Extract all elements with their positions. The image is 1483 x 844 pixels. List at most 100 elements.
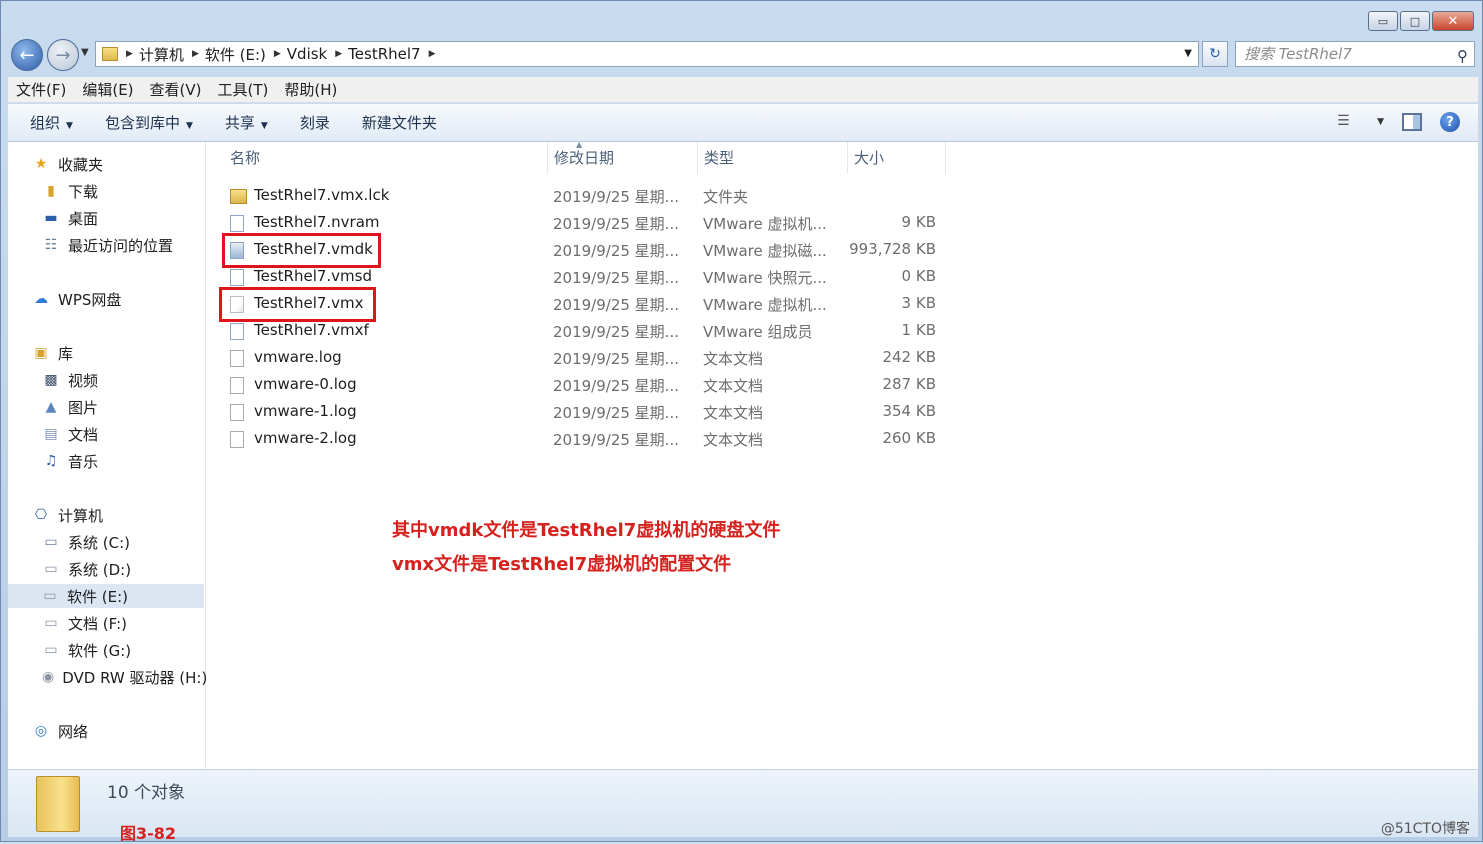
chevron-right-icon[interactable]: ▶ (274, 49, 281, 59)
nav-desktop[interactable]: ▬ 桌面 (42, 206, 98, 230)
nav-computer-label: 计算机 (58, 506, 104, 525)
new-folder-button[interactable]: 新建文件夹 (346, 112, 453, 133)
nav-recent-label: 最近访问的位置 (68, 236, 174, 255)
chevron-right-icon[interactable]: ▶ (429, 49, 436, 59)
address-history-dropdown-icon[interactable]: ▼ (1184, 48, 1192, 59)
nav-recent-places[interactable]: ☷ 最近访问的位置 (42, 233, 173, 257)
menu-file[interactable]: 文件(F) (8, 79, 74, 100)
help-icon[interactable]: ? (1440, 112, 1460, 132)
nav-videos[interactable]: ▩ 视频 (42, 368, 98, 392)
menu-tools[interactable]: 工具(T) (210, 79, 277, 100)
text-file-icon (230, 377, 244, 394)
search-input[interactable]: 搜索 TestRhel7 ⚲ (1235, 41, 1475, 67)
cloud-icon: ☁ (34, 291, 48, 307)
nav-drive-g[interactable]: ▭ 软件 (G:) (42, 638, 131, 662)
minimize-button[interactable]: ▭ (1368, 11, 1398, 31)
chevron-right-icon[interactable]: ▶ (335, 49, 342, 59)
file-name: vmware-0.log (254, 375, 357, 393)
menu-view[interactable]: 查看(V) (142, 79, 210, 100)
breadcrumb-drive-e[interactable]: 软件 (E:) (205, 44, 266, 65)
search-placeholder: 搜索 TestRhel7 (1244, 45, 1352, 63)
file-type: 文本文档 (703, 404, 764, 422)
nav-pictures-label: 图片 (68, 398, 99, 417)
system-drive-icon: ▭ (44, 534, 58, 550)
nav-downloads[interactable]: ▮ 下载 (42, 179, 98, 203)
nav-libraries-label: 库 (58, 344, 74, 363)
file-type: VMware 虚拟机... (703, 215, 827, 233)
back-button[interactable]: ← (11, 39, 43, 71)
file-row[interactable]: vmware-0.log 2019/9/25 星期... 文本文档 287 KB (224, 372, 964, 399)
file-date: 2019/9/25 星期... (553, 404, 679, 422)
column-header-date[interactable]: 修改日期 (548, 142, 698, 174)
nav-drive-e-label: 软件 (E:) (67, 587, 129, 606)
file-row[interactable]: vmware.log 2019/9/25 星期... 文本文档 242 KB (224, 345, 964, 372)
file-row[interactable]: vmware-1.log 2019/9/25 星期... 文本文档 354 KB (224, 399, 964, 426)
nav-wps-drive[interactable]: ☁ WPS网盘 (32, 287, 121, 311)
breadcrumb-vdisk[interactable]: Vdisk (287, 45, 327, 63)
address-bar[interactable]: ▶ 计算机 ▶ 软件 (E:) ▶ Vdisk ▶ TestRhel7 ▶ ▼ (95, 41, 1199, 67)
figure-label: 图3-82 (120, 824, 177, 843)
details-pane: 10 个对象 图3-82 @51CTO博客 (8, 769, 1478, 843)
text-file-icon (230, 431, 244, 448)
navigation-pane: ★ 收藏夹 ▮ 下载 ▬ 桌面 ☷ 最近访问的位置 ☁ WPS网盘 ▣ 库 ▩ 视频 ▲ 图片 … (8, 142, 206, 769)
file-date: 2019/9/25 星期... (553, 296, 679, 314)
nav-drive-e[interactable]: ▭ 软件 (E:) (8, 584, 204, 608)
file-name: vmware-1.log (254, 402, 357, 420)
nav-drive-f[interactable]: ▭ 文档 (F:) (42, 611, 127, 635)
chevron-down-icon: ▼ (66, 121, 73, 131)
file-name: TestRhel7.vmx.lck (254, 186, 390, 204)
nav-drive-d[interactable]: ▭ 系统 (D:) (42, 557, 131, 581)
chevron-down-icon: ▼ (185, 121, 193, 131)
chevron-right-icon[interactable]: ▶ (126, 49, 133, 59)
column-header-size[interactable]: 大小 (848, 142, 946, 174)
share-label: 共享 (224, 114, 255, 132)
file-date: 2019/9/25 星期... (553, 377, 679, 395)
column-header-name[interactable]: 名称 (224, 142, 548, 174)
chevron-down-icon[interactable]: ▼ (1377, 117, 1384, 127)
preview-pane-icon[interactable] (1402, 113, 1422, 131)
highlight-box-vmx (219, 287, 376, 322)
network-icon: ◎ (34, 723, 48, 739)
nav-drive-c[interactable]: ▭ 系统 (C:) (42, 530, 130, 554)
text-file-icon (230, 350, 244, 367)
burn-button[interactable]: 刻录 (284, 112, 346, 133)
menu-edit[interactable]: 编辑(E) (74, 79, 141, 100)
refresh-icon: ↻ (1209, 46, 1221, 62)
file-size: 260 KB (882, 429, 936, 447)
chevron-right-icon[interactable]: ▶ (192, 49, 199, 59)
share-button[interactable]: 共享 ▼ (209, 112, 284, 133)
nav-pictures[interactable]: ▲ 图片 (42, 395, 98, 419)
file-type: 文本文档 (703, 350, 764, 368)
recent-pages-dropdown-icon[interactable]: ▼ (81, 47, 89, 58)
nav-libraries[interactable]: ▣ 库 (32, 341, 73, 365)
nav-music[interactable]: ♫ 音乐 (42, 449, 98, 473)
forward-button[interactable]: → (47, 39, 79, 71)
vmware-file-icon (230, 269, 244, 286)
organize-button[interactable]: 组织 ▼ (8, 112, 89, 133)
nav-network[interactable]: ◎ 网络 (32, 719, 88, 743)
column-header-type[interactable]: 类型 (698, 142, 848, 174)
organize-label: 组织 (30, 114, 61, 132)
search-icon[interactable]: ⚲ (1457, 44, 1468, 68)
nav-documents[interactable]: ▤ 文档 (42, 422, 98, 446)
documents-icon: ▤ (44, 426, 58, 442)
file-type: VMware 虚拟机... (703, 296, 827, 314)
breadcrumb-computer[interactable]: 计算机 (139, 44, 184, 65)
view-options-icon[interactable]: ☰ (1337, 113, 1359, 131)
file-row[interactable]: vmware-2.log 2019/9/25 星期... 文本文档 260 KB (224, 426, 964, 453)
maximize-button[interactable]: □ (1400, 11, 1430, 31)
chevron-down-icon: ▼ (260, 121, 268, 131)
nav-favorites[interactable]: ★ 收藏夹 (32, 152, 103, 176)
include-in-library-button[interactable]: 包含到库中 ▼ (89, 112, 209, 133)
nav-dvd-drive[interactable]: ◉ DVD RW 驱动器 (H:) (42, 665, 206, 689)
breadcrumb-testrhel7[interactable]: TestRhel7 (348, 45, 420, 63)
file-name: TestRhel7.vmsd (254, 267, 373, 285)
refresh-button[interactable]: ↻ (1202, 41, 1228, 67)
star-icon: ★ (34, 156, 48, 172)
nav-computer[interactable]: ⎔ 计算机 (32, 503, 103, 527)
close-button[interactable]: ✕ (1432, 11, 1474, 31)
menu-help[interactable]: 帮助(H) (276, 79, 345, 100)
file-row[interactable]: TestRhel7.vmx.lck 2019/9/25 星期... 文件夹 (224, 183, 964, 210)
file-row[interactable]: TestRhel7.vmxf 2019/9/25 星期... VMware 组成员 1… (224, 318, 964, 345)
nav-videos-label: 视频 (68, 371, 99, 390)
